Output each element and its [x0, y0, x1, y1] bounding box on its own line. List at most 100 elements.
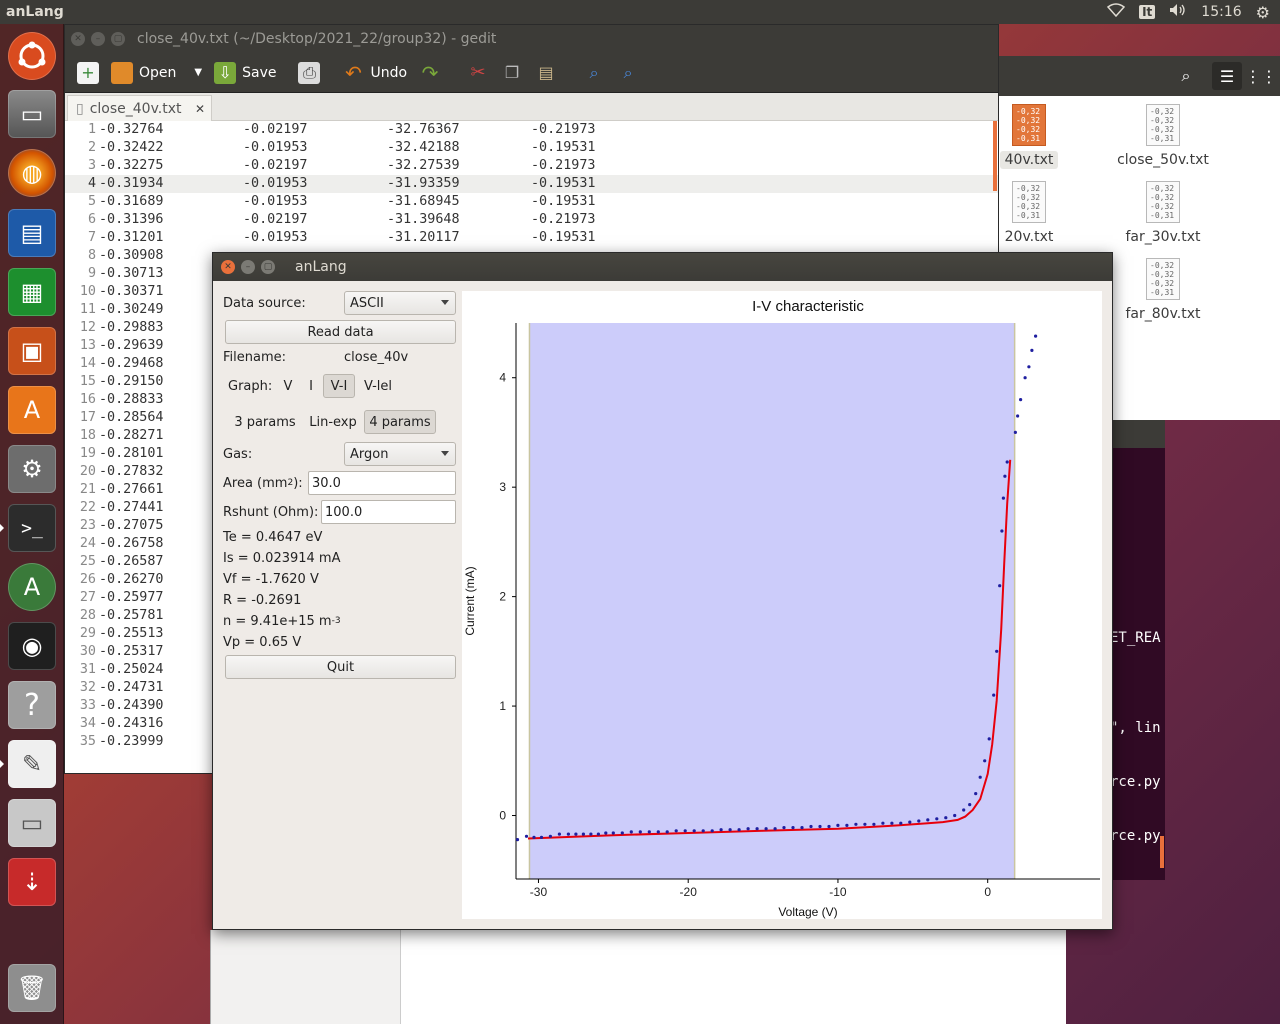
file-item[interactable]: -0,32 -0,32 -0,32 -0,31 far_80v.txt	[1115, 258, 1211, 322]
area-label: Area (mm 2):	[223, 475, 303, 491]
graph-label: Graph:	[228, 378, 273, 394]
terminal-window[interactable]: ET_REA ", lin rce.py rce.py	[1110, 420, 1165, 880]
fit-option-3-params[interactable]: 3 params	[231, 410, 299, 434]
data-point	[701, 829, 705, 833]
wifi-icon[interactable]	[1106, 3, 1126, 21]
text-line: 5 -0.31689 -0.01953 -31.68945 -0.19531	[65, 193, 998, 211]
gedit-toolbar: + Open ▼ ⇩ Save ⎙ ↶ Undo ↷ ✂ ❐ ▤ ⌕ ⌕	[65, 53, 998, 93]
software-center-icon[interactable]: A	[8, 386, 56, 434]
graph-option-v-lel[interactable]: V-lel	[358, 374, 398, 398]
libreoffice-impress-icon[interactable]: ▣	[8, 327, 56, 375]
graph-option-v-i[interactable]: V-I	[323, 374, 355, 398]
libreoffice-writer-icon[interactable]: ▤	[8, 209, 56, 257]
system-settings-icon[interactable]: ⚙	[8, 445, 56, 493]
text-line: 2 -0.32422 -0.01953 -32.42188 -0.19531	[65, 139, 998, 157]
copy-button[interactable]: ❐	[501, 62, 523, 84]
gas-select[interactable]: Argon	[344, 442, 456, 466]
window-title: close_40v.txt (~/Desktop/2021_22/group32…	[137, 31, 497, 47]
data-point	[692, 829, 696, 833]
read-data-button[interactable]: Read data	[225, 320, 456, 344]
usb-icon[interactable]: ⇣	[8, 858, 56, 906]
files-icon[interactable]: ▭	[8, 90, 56, 138]
maximize-icon[interactable]: ▢	[261, 260, 275, 274]
plot-area[interactable]: -30 -20 -10 0 0 1 2 3 4 I-V characteristic Voltage…	[462, 291, 1102, 919]
iv-chart[interactable]: -30 -20 -10 0 0 1 2 3 4 I-V characteristic Voltage…	[462, 291, 1102, 919]
line-number: 25	[79, 554, 96, 569]
data-point	[532, 835, 536, 840]
undo-button[interactable]: ↶ Undo	[342, 61, 407, 85]
help-icon[interactable]: ?	[8, 681, 56, 729]
volume-icon[interactable]	[1169, 3, 1187, 21]
close-icon[interactable]: ✕	[71, 32, 85, 46]
filename-value: close_40v	[344, 349, 409, 365]
quit-button[interactable]: Quit	[225, 655, 456, 679]
line-number: 12	[79, 320, 96, 335]
data-point	[755, 827, 759, 831]
result-te: Te = 0.4647 eV	[223, 529, 323, 545]
data-point	[890, 821, 894, 825]
anlang-window: ✕ – ▢ anLang Data source: ASCII Read dat…	[212, 252, 1113, 930]
open-button[interactable]: Open ▼	[111, 61, 202, 84]
search-icon[interactable]: ⌕	[1171, 62, 1201, 90]
maximize-icon[interactable]: ▢	[111, 32, 125, 46]
graph-option-v[interactable]: V	[277, 374, 299, 398]
fit-option-lin-exp[interactable]: Lin-exp	[305, 410, 361, 434]
find-replace-button[interactable]: ⌕	[617, 62, 639, 84]
print-button[interactable]: ⎙	[298, 61, 321, 84]
result-vf: Vf = -1.7620 V	[223, 571, 319, 587]
clock[interactable]: 15:16	[1201, 4, 1241, 20]
line-number: 17	[79, 410, 96, 425]
line-number: 18	[79, 428, 96, 443]
chart-title: I-V characteristic	[752, 298, 864, 315]
find-replace-icon: ⌕	[623, 62, 633, 82]
trash-icon[interactable]: 🗑	[8, 964, 56, 1012]
minimize-icon[interactable]: –	[91, 32, 105, 46]
text-line: 6 -0.31396 -0.02197 -31.39648 -0.21973	[65, 211, 998, 229]
file-item[interactable]: -0,32 -0,32 -0,32 -0,31 far_30v.txt	[1115, 181, 1211, 245]
firefox-icon[interactable]: ◍	[8, 149, 56, 197]
tab-close-icon[interactable]: ✕	[195, 102, 205, 116]
grid-view-icon[interactable]: ⋮⋮	[1245, 62, 1277, 90]
redo-button[interactable]: ↷	[419, 60, 441, 85]
graph-option-i[interactable]: I	[301, 374, 321, 398]
settings-gear-icon[interactable]: ⚙	[1256, 3, 1270, 22]
data-point	[917, 819, 921, 823]
data-point	[899, 821, 903, 825]
ubuntu-dash-icon[interactable]	[8, 32, 56, 80]
list-view-icon[interactable]: ☰	[1212, 62, 1242, 90]
scrollbar-indicator[interactable]	[993, 121, 997, 191]
text-editor-icon[interactable]: ✎	[8, 740, 56, 788]
file-item[interactable]: -0,32 -0,32 -0,32 -0,31 close_50v.txt	[1115, 104, 1211, 168]
text-file-icon: -0,32 -0,32 -0,32 -0,31	[1146, 181, 1180, 223]
tab-close-40v[interactable]: ▯ close_40v.txt ✕	[67, 95, 212, 121]
disk-icon[interactable]: ▭	[8, 799, 56, 847]
close-icon[interactable]: ✕	[221, 260, 235, 274]
libreoffice-calc-icon[interactable]: ▦	[8, 268, 56, 316]
data-point	[1001, 496, 1006, 500]
x-tick-label: -30	[530, 885, 548, 899]
software-updater-icon[interactable]: A	[8, 563, 56, 611]
keyboard-layout-indicator[interactable]: It	[1139, 5, 1156, 19]
camera-icon[interactable]: ◉	[8, 622, 56, 670]
result-is: Is = 0.023914 mA	[223, 550, 341, 566]
chevron-down-icon[interactable]: ▼	[194, 67, 202, 78]
data-source-select[interactable]: ASCII	[344, 291, 456, 315]
paste-button[interactable]: ▤	[535, 62, 557, 84]
find-button[interactable]: ⌕	[583, 62, 605, 84]
terminal-cursor	[1160, 836, 1164, 868]
data-point	[800, 826, 804, 830]
new-document-button[interactable]: +	[77, 61, 99, 84]
redo-arrow-icon: ↷	[421, 60, 439, 85]
save-button[interactable]: ⇩ Save	[214, 61, 276, 84]
rshunt-input[interactable]: 100.0	[321, 500, 456, 524]
line-value: -32.76367	[387, 122, 460, 137]
line-number: 22	[79, 500, 96, 515]
cut-button[interactable]: ✂	[467, 62, 489, 84]
line-value: -0.02197	[243, 122, 308, 137]
terminal-icon[interactable]: >_	[8, 504, 56, 552]
data-point	[566, 832, 570, 836]
area-input[interactable]: 30.0	[308, 471, 456, 495]
minimize-icon[interactable]: –	[241, 260, 255, 274]
fit-option-4-params[interactable]: 4 params	[364, 410, 436, 434]
data-point	[1027, 365, 1031, 369]
